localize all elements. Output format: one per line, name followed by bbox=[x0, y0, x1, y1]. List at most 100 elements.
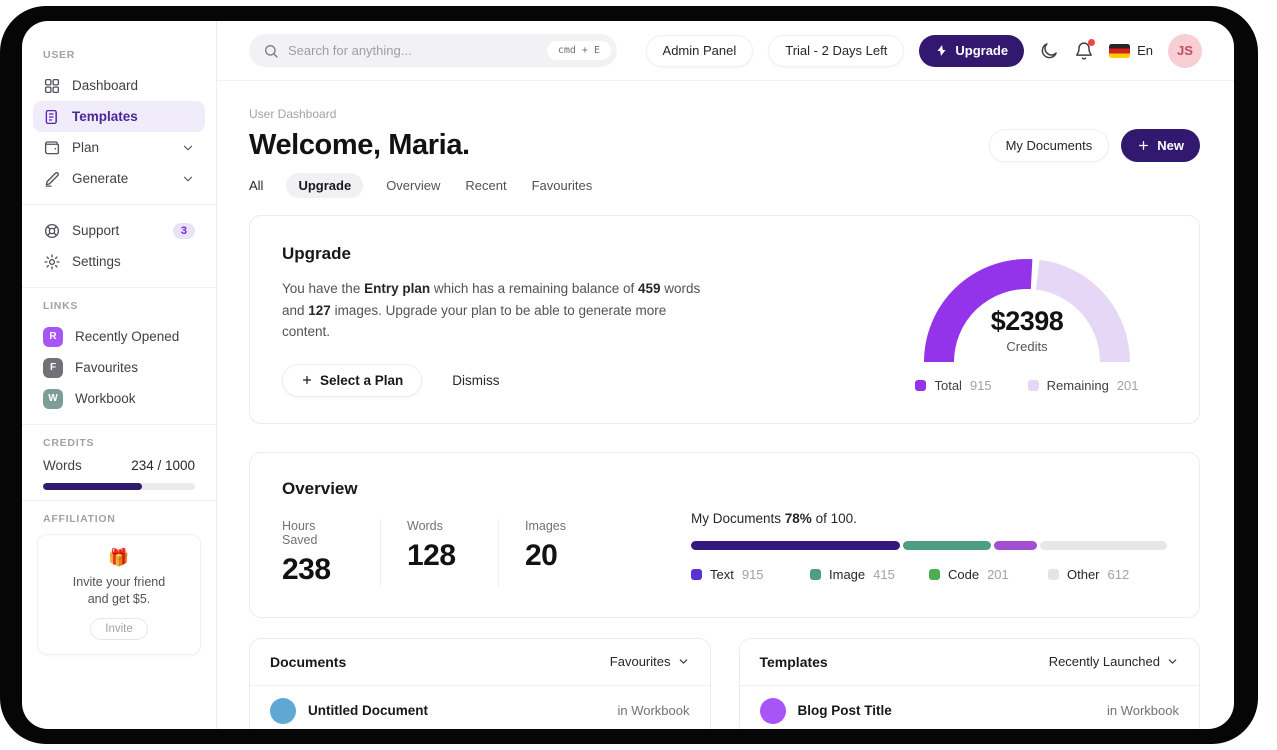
sidebar-divider bbox=[22, 500, 216, 501]
plus-icon bbox=[1137, 139, 1150, 152]
sidebar-item-label: Generate bbox=[72, 171, 129, 186]
documents-filter-dropdown[interactable]: Favourites bbox=[610, 654, 690, 669]
dismiss-button[interactable]: Dismiss bbox=[452, 373, 499, 388]
sidebar-section-links: LINKS bbox=[43, 300, 79, 312]
lightning-icon bbox=[935, 44, 948, 57]
legend-swatch bbox=[810, 568, 821, 580]
link-letter-badge: W bbox=[43, 388, 63, 409]
user-avatar[interactable]: JS bbox=[1168, 33, 1202, 68]
link-letter-badge: R bbox=[43, 326, 63, 347]
tab-overview[interactable]: Overview bbox=[386, 178, 440, 193]
tab-upgrade[interactable]: Upgrade bbox=[286, 173, 364, 198]
document-title: Untitled Document bbox=[308, 703, 428, 719]
notifications-bell-icon[interactable] bbox=[1074, 38, 1096, 61]
templates-card: Templates Recently Launched Blog Post Ti… bbox=[738, 637, 1200, 729]
chevron-down-icon bbox=[181, 141, 195, 155]
sidebar-item-support[interactable]: Support 3 bbox=[33, 215, 205, 246]
template-list-item[interactable]: Blog Post Title in Workbook bbox=[740, 686, 1200, 729]
select-plan-button[interactable]: Select a Plan bbox=[282, 363, 423, 397]
tab-recent[interactable]: Recent bbox=[465, 178, 506, 193]
documents-card-title: Documents bbox=[270, 653, 347, 670]
stat-hours-saved: Hours Saved 238 bbox=[282, 518, 381, 587]
legend-swatch bbox=[929, 568, 940, 580]
tab-all[interactable]: All bbox=[249, 178, 263, 193]
sidebar-section-user: USER bbox=[43, 49, 76, 61]
new-button[interactable]: New bbox=[1121, 129, 1200, 162]
upgrade-card-body: You have the Entry plan which has a rema… bbox=[282, 281, 701, 340]
search-icon bbox=[263, 43, 279, 59]
overview-legend: Text 915 Image 415 Code 201 Other 612 bbox=[691, 567, 1167, 582]
sidebar-item-label: Settings bbox=[72, 254, 121, 269]
tab-favourites[interactable]: Favourites bbox=[532, 178, 593, 193]
sidebar: USER Dashboard Templates Plan Generate S… bbox=[22, 21, 217, 729]
german-flag-icon bbox=[1109, 43, 1131, 58]
chevron-down-icon bbox=[677, 655, 690, 668]
template-title: Blog Post Title bbox=[797, 703, 892, 719]
legend-item-text: Text 915 bbox=[691, 567, 810, 582]
bar-segment-code bbox=[994, 540, 1038, 550]
documents-progress-section: My Documents 78% of 100. Text 915 Image … bbox=[691, 511, 1167, 587]
overview-title: Overview bbox=[282, 478, 358, 498]
overview-card: Overview Hours Saved 238 Words 128 Image… bbox=[249, 451, 1200, 618]
legend-item-other: Other 612 bbox=[1048, 567, 1167, 582]
wallet-icon bbox=[43, 139, 61, 157]
topbar: cmd + E Admin Panel Trial - 2 Days Left … bbox=[217, 21, 1234, 81]
breadcrumb: User Dashboard bbox=[249, 107, 337, 121]
topbar-right: Admin Panel Trial - 2 Days Left Upgrade bbox=[645, 33, 1202, 68]
sidebar-item-templates[interactable]: Templates bbox=[33, 101, 205, 132]
sidebar-link-recently-opened[interactable]: R Recently Opened bbox=[33, 321, 205, 352]
documents-card-header: Documents Favourites bbox=[250, 639, 710, 686]
language-selector[interactable]: En bbox=[1109, 43, 1153, 58]
credits-gauge-chart: $2398 Credits Total 915 Remaining 201 bbox=[901, 244, 1153, 397]
legend-item-code: Code 201 bbox=[929, 567, 1048, 582]
invite-button[interactable]: Invite bbox=[90, 617, 148, 640]
pencil-icon bbox=[43, 170, 61, 188]
bottom-row: Documents Favourites Untitled Document i… bbox=[249, 637, 1200, 729]
screen: USER Dashboard Templates Plan Generate S… bbox=[0, 0, 1277, 750]
link-label: Workbook bbox=[75, 391, 136, 406]
sidebar-divider bbox=[22, 424, 216, 425]
sidebar-link-favourites[interactable]: F Favourites bbox=[33, 352, 205, 383]
sidebar-divider bbox=[22, 204, 216, 205]
templates-card-title: Templates bbox=[759, 653, 828, 670]
templates-filter-dropdown[interactable]: Recently Launched bbox=[1049, 654, 1179, 669]
language-label: En bbox=[1137, 43, 1153, 58]
credits-progress-fill bbox=[43, 483, 142, 490]
page-title: Welcome, Maria. bbox=[249, 129, 470, 161]
search-bar[interactable]: cmd + E bbox=[249, 34, 617, 67]
credits-value: 234 / 1000 bbox=[131, 458, 195, 473]
link-label: Recently Opened bbox=[75, 329, 180, 344]
legend-item-image: Image 415 bbox=[810, 567, 929, 582]
template-location: in Workbook bbox=[1106, 703, 1179, 719]
sidebar-item-label: Dashboard bbox=[72, 78, 139, 93]
admin-panel-button[interactable]: Admin Panel bbox=[645, 34, 754, 67]
bar-segment-other bbox=[1040, 540, 1167, 550]
affiliation-text: Invite your friend and get $5. bbox=[72, 575, 166, 606]
dark-mode-moon-icon[interactable] bbox=[1039, 41, 1059, 61]
link-label: Favourites bbox=[75, 360, 139, 375]
gauge-legend: Total 915 Remaining 201 bbox=[901, 378, 1153, 393]
sidebar-link-workbook[interactable]: W Workbook bbox=[33, 383, 205, 414]
notification-dot bbox=[1088, 38, 1096, 46]
legend-swatch bbox=[1048, 568, 1059, 580]
sidebar-section-affiliation: AFFILIATION bbox=[43, 513, 116, 525]
credits-progress-bar bbox=[43, 483, 195, 490]
document-list-item[interactable]: Untitled Document in Workbook bbox=[250, 686, 710, 729]
stat-images: Images 20 bbox=[525, 518, 566, 572]
gear-icon bbox=[43, 253, 61, 271]
sidebar-item-label: Support bbox=[72, 223, 120, 238]
trial-badge-button[interactable]: Trial - 2 Days Left bbox=[768, 34, 905, 67]
legend-item-remaining: Remaining 201 bbox=[1027, 378, 1139, 393]
templates-card-header: Templates Recently Launched bbox=[739, 639, 1199, 686]
my-documents-button[interactable]: My Documents bbox=[988, 129, 1110, 162]
sidebar-item-dashboard[interactable]: Dashboard bbox=[33, 70, 205, 101]
legend-swatch bbox=[691, 568, 702, 580]
upgrade-button[interactable]: Upgrade bbox=[919, 34, 1025, 67]
sidebar-item-plan[interactable]: Plan bbox=[33, 132, 205, 163]
sidebar-item-settings[interactable]: Settings bbox=[33, 246, 205, 277]
bar-segment-image bbox=[903, 540, 992, 550]
sidebar-item-generate[interactable]: Generate bbox=[33, 163, 205, 194]
app-window: USER Dashboard Templates Plan Generate S… bbox=[22, 21, 1234, 729]
document-avatar bbox=[270, 697, 296, 724]
search-input[interactable] bbox=[288, 43, 538, 58]
